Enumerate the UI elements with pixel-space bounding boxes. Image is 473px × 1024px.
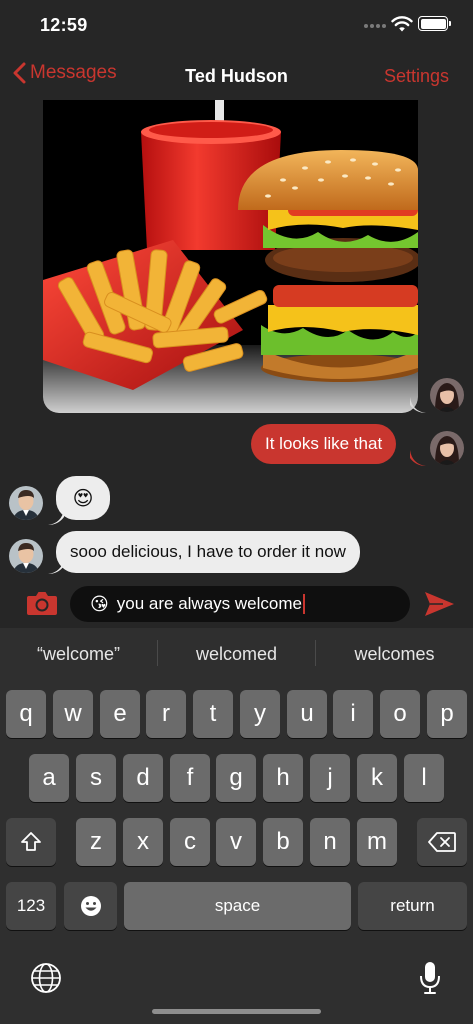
input-text: you are always welcome: [116, 594, 302, 613]
key-i[interactable]: i: [333, 690, 373, 738]
return-key[interactable]: return: [358, 882, 467, 930]
status-time: 12:59: [40, 15, 88, 35]
sender-avatar: [430, 378, 464, 412]
key-b[interactable]: b: [263, 818, 303, 866]
key-w[interactable]: w: [53, 690, 93, 738]
key-v[interactable]: v: [216, 818, 256, 866]
key-a[interactable]: a: [29, 754, 69, 802]
user-avatar-female: [430, 378, 464, 412]
back-label: Messages: [30, 62, 117, 83]
key-s[interactable]: s: [76, 754, 116, 802]
message-emoji: 😍: [72, 487, 94, 510]
space-key[interactable]: space: [124, 882, 351, 930]
food-photo-image: [43, 100, 418, 413]
contact-avatar: [9, 539, 43, 573]
shift-key[interactable]: [6, 818, 56, 866]
key-r[interactable]: r: [146, 690, 186, 738]
user-avatar-female: [430, 431, 464, 465]
key-z[interactable]: z: [76, 818, 116, 866]
user-avatar-male: [9, 486, 43, 520]
key-j[interactable]: j: [310, 754, 350, 802]
camera-icon[interactable]: [26, 590, 58, 616]
key-n[interactable]: n: [310, 818, 350, 866]
status-bar: 12:59: [0, 0, 473, 52]
message-text: sooo delicious, I have to order it now: [70, 542, 346, 561]
globe-icon[interactable]: [30, 962, 62, 994]
message-text: It looks like that: [265, 434, 383, 453]
key-u[interactable]: u: [287, 690, 327, 738]
suggestion-3[interactable]: welcomes: [316, 628, 473, 680]
send-icon[interactable]: [423, 590, 455, 618]
key-h[interactable]: h: [263, 754, 303, 802]
delete-key[interactable]: [417, 818, 467, 866]
home-indicator: [152, 1009, 321, 1014]
key-o[interactable]: o: [380, 690, 420, 738]
backspace-icon: [428, 832, 456, 852]
message-bubble-incoming[interactable]: sooo delicious, I have to order it now: [56, 531, 360, 573]
battery-icon: [418, 16, 451, 31]
key-x[interactable]: x: [123, 818, 163, 866]
key-y[interactable]: y: [240, 690, 280, 738]
input-emoji: 😘: [90, 593, 109, 614]
key-g[interactable]: g: [216, 754, 256, 802]
message-input[interactable]: 😘 you are always welcome: [70, 586, 410, 622]
navigation-bar: Messages Ted Hudson Settings: [0, 52, 473, 100]
sender-avatar: [430, 431, 464, 465]
numbers-key[interactable]: 123: [6, 882, 56, 930]
outgoing-bubble-tail: [410, 450, 426, 466]
suggestion-bar: “welcome” welcomed welcomes: [0, 628, 473, 680]
microphone-icon[interactable]: [418, 960, 442, 996]
key-c[interactable]: c: [170, 818, 210, 866]
emoji-icon: [80, 896, 101, 916]
message-bubble-outgoing[interactable]: It looks like that: [251, 424, 397, 464]
message-list[interactable]: It looks like that 😍 sooo delicious, I h…: [0, 100, 473, 582]
shift-icon: [21, 832, 41, 851]
suggestion-2[interactable]: welcomed: [158, 628, 315, 680]
chevron-left-icon: [13, 62, 26, 84]
contact-avatar: [9, 486, 43, 520]
key-t[interactable]: t: [193, 690, 233, 738]
message-bubble-incoming[interactable]: 😍: [56, 476, 110, 520]
image-message[interactable]: [43, 100, 418, 413]
key-m[interactable]: m: [357, 818, 397, 866]
emoji-key[interactable]: [64, 882, 117, 930]
message-composer: 😘 you are always welcome: [0, 582, 473, 628]
suggestion-1[interactable]: “welcome”: [0, 628, 157, 680]
text-cursor: [302, 594, 305, 614]
key-l[interactable]: l: [404, 754, 444, 802]
wifi-icon: [391, 16, 413, 32]
key-q[interactable]: q: [6, 690, 46, 738]
cellular-signal-icon: [364, 24, 386, 30]
user-avatar-male: [9, 539, 43, 573]
image-bubble-tail: [410, 397, 426, 413]
key-k[interactable]: k: [357, 754, 397, 802]
key-d[interactable]: d: [123, 754, 163, 802]
key-e[interactable]: e: [100, 690, 140, 738]
keyboard: “welcome” welcomed welcomes q w e r t y …: [0, 628, 473, 1024]
key-f[interactable]: f: [170, 754, 210, 802]
key-p[interactable]: p: [427, 690, 467, 738]
back-button[interactable]: Messages: [12, 62, 117, 84]
settings-button[interactable]: Settings: [384, 66, 449, 87]
